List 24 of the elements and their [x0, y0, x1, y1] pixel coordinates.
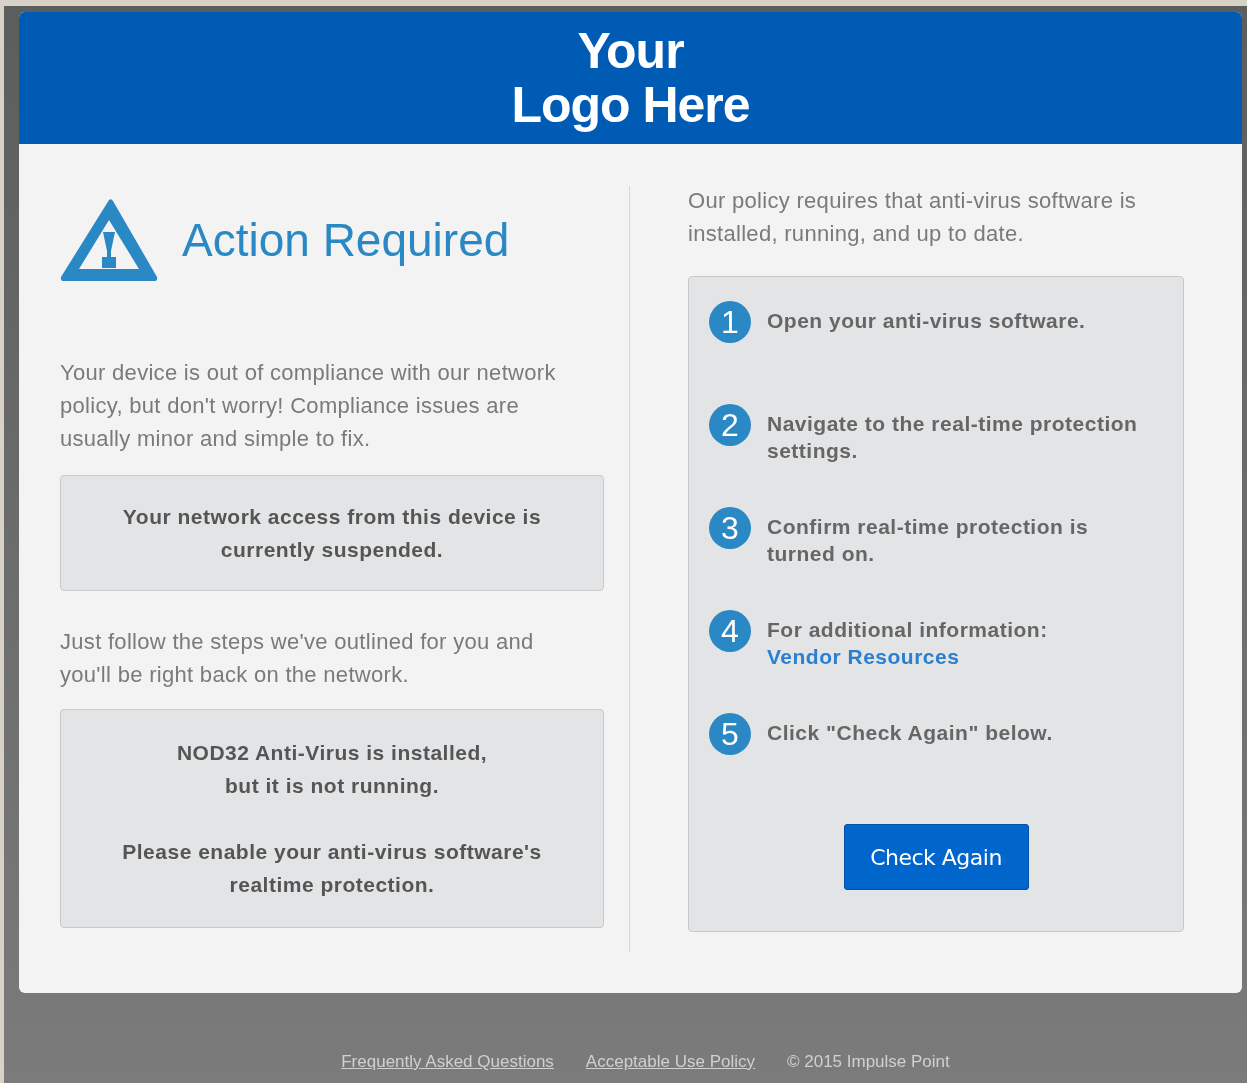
status-text: but it is not running.: [224, 773, 440, 799]
step-text: For additional information:: [767, 617, 1049, 643]
step-number: 3: [709, 507, 751, 549]
warning-icon: [60, 198, 158, 282]
step-text: Navigate to the real-time protection settings.: [767, 411, 1139, 464]
status-text: NOD32 Anti-Virus is installed,: [175, 740, 489, 766]
logo-text: Your Logo Here: [511, 24, 750, 132]
step-number: 2: [709, 404, 751, 446]
step-number: 1: [709, 301, 751, 343]
step-number: 5: [709, 713, 751, 755]
step-text: Click "Check Again" below.: [767, 720, 1054, 746]
suspension-notice: Your network access from this device is currently suspended.: [60, 475, 604, 591]
copyright-text: © 2015 Impulse Point: [787, 1051, 950, 1073]
footer-link[interactable]: Frequently Asked Questions: [341, 1049, 554, 1075]
policy-text: Our policy requires that anti-virus software is installed, running, and up to date.: [688, 187, 1138, 248]
instructions-text: Just follow the steps we've outlined for you and you'll be right back on the network.: [60, 628, 535, 689]
step-text: Confirm real-time protection is turned on.: [767, 514, 1090, 567]
status-text: Please enable your anti-virus software's realtime protection.: [121, 839, 543, 898]
step-number: 4: [709, 610, 751, 652]
step-text: Open your anti-virus software.: [767, 308, 1087, 334]
footer-link[interactable]: Acceptable Use Policy: [585, 1049, 755, 1075]
intro-text: Your device is out of compliance with our network policy, but don't worry! Compliance issues are usually minor and simple to fix.: [60, 359, 557, 453]
check-again-button[interactable]: Check Again: [843, 824, 1029, 890]
vendor-resources-link[interactable]: Vendor Resources: [767, 643, 960, 670]
